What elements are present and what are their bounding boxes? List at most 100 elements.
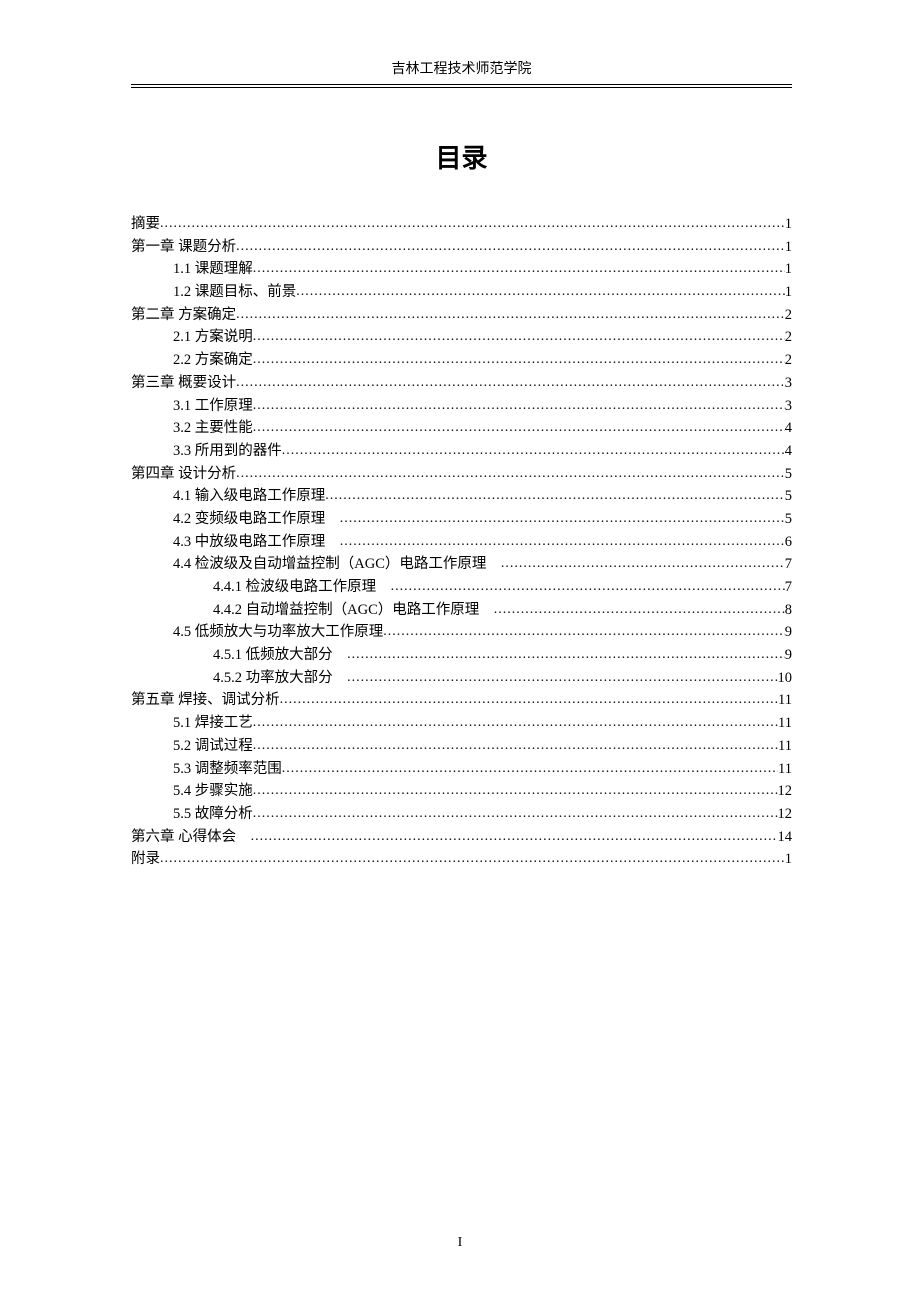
toc-entry-page: 2	[785, 349, 792, 371]
header-rule-top	[131, 84, 792, 85]
toc-leader-dots	[236, 304, 785, 326]
toc-entry-label: 4.3 中放级电路工作原理	[173, 531, 340, 553]
toc-entry-label: 5.3 调整频率范围	[173, 758, 282, 780]
toc-entry: 第二章 方案确定 2	[131, 304, 792, 327]
toc-leader-dots	[236, 236, 785, 258]
toc-entry-page: 1	[785, 236, 792, 258]
toc-entry: 3.2 主要性能4	[131, 417, 792, 440]
toc-leader-dots	[494, 599, 785, 621]
toc-entry-page: 14	[778, 826, 793, 848]
toc-entry: 第三章 概要设计 3	[131, 372, 792, 395]
toc-entry-page: 2	[785, 304, 792, 326]
toc-entry-page: 5	[785, 463, 792, 485]
toc-entry-label: 第一章 课题分析	[131, 236, 236, 258]
toc-entry-label: 4.5.1 低频放大部分	[213, 644, 347, 666]
toc-entry-label: 第二章 方案确定	[131, 304, 236, 326]
toc-entry-page: 3	[785, 372, 792, 394]
toc-entry: 5.1 焊接工艺 11	[131, 712, 792, 735]
toc-entry: 4.4 检波级及自动增益控制（AGC）电路工作原理 7	[131, 553, 792, 576]
toc-entry-label: 4.1 输入级电路工作原理	[173, 485, 325, 507]
toc-entry-label: 3.3 所用到的器件	[173, 440, 282, 462]
toc-leader-dots	[340, 508, 785, 530]
toc-entry-page: 7	[785, 576, 792, 598]
toc-entry: 附录1	[131, 848, 792, 871]
toc-entry-label: 2.1 方案说明	[173, 326, 253, 348]
toc-entry: 4.5.1 低频放大部分 9	[131, 644, 792, 667]
toc-entry-page: 4	[785, 440, 792, 462]
toc-entry-page: 9	[785, 644, 792, 666]
toc-leader-dots	[253, 417, 785, 439]
toc-entry-page: 12	[778, 803, 793, 825]
toc-entry-page: 3	[785, 395, 792, 417]
toc-entry: 4.4.2 自动增益控制（AGC）电路工作原理 8	[131, 599, 792, 622]
toc-leader-dots	[383, 621, 785, 643]
toc-leader-dots	[253, 780, 778, 802]
page-number: I	[0, 1235, 920, 1251]
toc-leader-dots	[347, 667, 777, 689]
toc-leader-dots	[280, 689, 778, 711]
toc-entry: 5.2 调试过程11	[131, 735, 792, 758]
toc-leader-dots	[236, 463, 785, 485]
toc-entry: 3.1 工作原理 3	[131, 395, 792, 418]
toc-entry-label: 第六章 心得体会	[131, 826, 251, 848]
toc-entry-page: 11	[778, 758, 792, 780]
toc-leader-dots	[160, 848, 785, 870]
toc-entry-page: 12	[778, 780, 793, 802]
toc-entry-page: 5	[785, 485, 792, 507]
toc-entry-label: 1.1 课题理解	[173, 258, 253, 280]
toc-leader-dots	[282, 440, 785, 462]
table-of-contents: 摘要1第一章 课题分析11.1 课题理解11.2 课题目标、前景1第二章 方案确…	[131, 213, 792, 871]
toc-entry-label: 2.2 方案确定	[173, 349, 253, 371]
document-page: 吉林工程技术师范学院 目录 摘要1第一章 课题分析11.1 课题理解11.2 课…	[0, 0, 920, 871]
toc-entry: 第五章 焊接、调试分析11	[131, 689, 792, 712]
toc-entry-label: 5.2 调试过程	[173, 735, 253, 757]
toc-entry-label: 3.2 主要性能	[173, 417, 253, 439]
toc-entry-label: 4.4 检波级及自动增益控制（AGC）电路工作原理	[173, 553, 501, 575]
toc-entry: 4.3 中放级电路工作原理 6	[131, 531, 792, 554]
toc-entry: 4.1 输入级电路工作原理 5	[131, 485, 792, 508]
toc-entry-label: 4.4.2 自动增益控制（AGC）电路工作原理	[213, 599, 494, 621]
toc-leader-dots	[253, 395, 785, 417]
toc-leader-dots	[160, 213, 785, 235]
toc-entry-page: 8	[785, 599, 792, 621]
toc-entry: 5.4 步骤实施 12	[131, 780, 792, 803]
toc-entry-page: 11	[778, 712, 792, 734]
toc-leader-dots	[347, 644, 785, 666]
toc-leader-dots	[253, 258, 785, 280]
toc-entry-label: 第三章 概要设计	[131, 372, 236, 394]
toc-leader-dots	[236, 372, 785, 394]
toc-leader-dots	[253, 326, 785, 348]
toc-entry: 第一章 课题分析 1	[131, 236, 792, 259]
toc-entry-label: 4.2 变频级电路工作原理	[173, 508, 340, 530]
toc-entry-label: 5.5 故障分析	[173, 803, 253, 825]
toc-entry-page: 6	[785, 531, 792, 553]
toc-entry: 2.2 方案确定 2	[131, 349, 792, 372]
toc-entry-page: 10	[778, 667, 793, 689]
toc-entry-page: 1	[785, 213, 792, 235]
toc-leader-dots	[296, 281, 785, 303]
toc-entry-label: 4.5 低频放大与功率放大工作原理	[173, 621, 383, 643]
toc-entry-page: 7	[785, 553, 792, 575]
toc-leader-dots	[325, 485, 785, 507]
toc-entry-label: 3.1 工作原理	[173, 395, 253, 417]
toc-entry: 5.3 调整频率范围 11	[131, 758, 792, 781]
toc-leader-dots	[253, 712, 778, 734]
toc-entry-page: 1	[785, 848, 792, 870]
toc-entry: 4.5.2 功率放大部分 10	[131, 667, 792, 690]
header-institution: 吉林工程技术师范学院	[131, 58, 792, 84]
toc-entry: 第六章 心得体会 14	[131, 826, 792, 849]
header-rule-bottom	[131, 87, 792, 88]
toc-entry: 4.2 变频级电路工作原理 5	[131, 508, 792, 531]
toc-entry: 4.5 低频放大与功率放大工作原理 9	[131, 621, 792, 644]
toc-leader-dots	[501, 553, 785, 575]
toc-entry-page: 9	[785, 621, 792, 643]
toc-entry: 1.1 课题理解1	[131, 258, 792, 281]
toc-entry-label: 5.1 焊接工艺	[173, 712, 253, 734]
toc-entry: 3.3 所用到的器件 4	[131, 440, 792, 463]
toc-entry-label: 4.4.1 检波级电路工作原理	[213, 576, 391, 598]
toc-leader-dots	[391, 576, 785, 598]
toc-entry-label: 5.4 步骤实施	[173, 780, 253, 802]
toc-leader-dots	[253, 803, 778, 825]
toc-entry-label: 第五章 焊接、调试分析	[131, 689, 280, 711]
toc-entry-page: 2	[785, 326, 792, 348]
